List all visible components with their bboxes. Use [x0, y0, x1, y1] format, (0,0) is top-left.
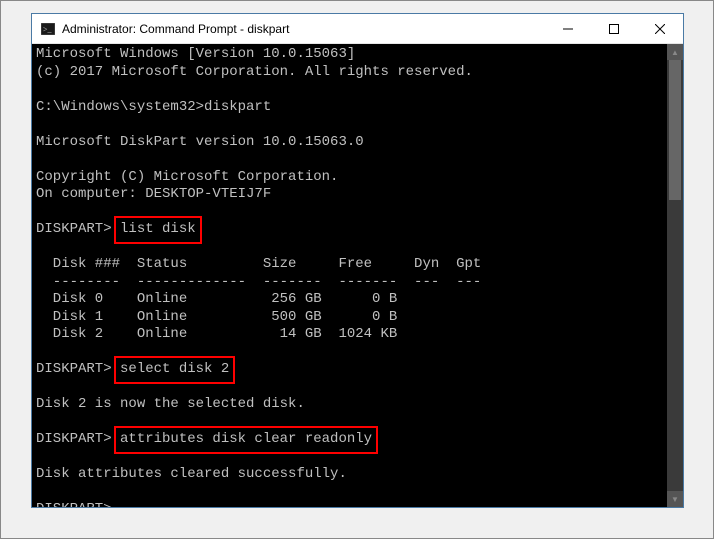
titlebar[interactable]: >_ Administrator: Command Prompt - diskp… — [32, 14, 683, 44]
terminal-line: DISKPART> attributes disk clear readonly — [36, 431, 679, 449]
terminal-line: Disk 2 is now the selected disk. — [36, 396, 679, 414]
terminal-line: DISKPART> select disk 2 — [36, 361, 679, 379]
terminal-line — [36, 239, 679, 257]
window-title: Administrator: Command Prompt - diskpart — [62, 22, 545, 36]
terminal-line: Disk 1 Online 500 GB 0 B — [36, 309, 679, 327]
scroll-up-button[interactable]: ▲ — [667, 44, 683, 60]
terminal-line — [36, 116, 679, 134]
terminal-line — [36, 151, 679, 169]
terminal-line — [36, 414, 679, 432]
terminal-line: On computer: DESKTOP-VTEIJ7F — [36, 186, 679, 204]
terminal-output[interactable]: Microsoft Windows [Version 10.0.15063](c… — [32, 44, 683, 507]
terminal-line: Disk 0 Online 256 GB 0 B — [36, 291, 679, 309]
command-prompt-window: >_ Administrator: Command Prompt - diskp… — [31, 13, 684, 508]
terminal-line: Copyright (C) Microsoft Corporation. — [36, 169, 679, 187]
terminal-line — [36, 484, 679, 502]
terminal-line — [36, 379, 679, 397]
terminal-line — [36, 204, 679, 222]
terminal-line: DISKPART> — [36, 501, 679, 507]
vertical-scrollbar[interactable]: ▲ ▼ — [667, 44, 683, 507]
terminal-line — [36, 449, 679, 467]
terminal-line: Disk ### Status Size Free Dyn Gpt — [36, 256, 679, 274]
app-icon: >_ — [40, 21, 56, 37]
terminal-line: Microsoft DiskPart version 10.0.15063.0 — [36, 134, 679, 152]
close-button[interactable] — [637, 14, 683, 43]
terminal-line: Microsoft Windows [Version 10.0.15063] — [36, 46, 679, 64]
terminal-line: DISKPART> list disk — [36, 221, 679, 239]
terminal-line: (c) 2017 Microsoft Corporation. All righ… — [36, 64, 679, 82]
scroll-thumb[interactable] — [669, 60, 681, 200]
minimize-button[interactable] — [545, 14, 591, 43]
svg-text:>_: >_ — [43, 25, 53, 34]
terminal-line: -------- ------------- ------- ------- -… — [36, 274, 679, 292]
terminal-line: Disk 2 Online 14 GB 1024 KB — [36, 326, 679, 344]
terminal-line: Disk attributes cleared successfully. — [36, 466, 679, 484]
scroll-down-button[interactable]: ▼ — [667, 491, 683, 507]
window-controls — [545, 14, 683, 43]
terminal-line — [36, 344, 679, 362]
terminal-line — [36, 81, 679, 99]
terminal-line: C:\Windows\system32>diskpart — [36, 99, 679, 117]
maximize-button[interactable] — [591, 14, 637, 43]
